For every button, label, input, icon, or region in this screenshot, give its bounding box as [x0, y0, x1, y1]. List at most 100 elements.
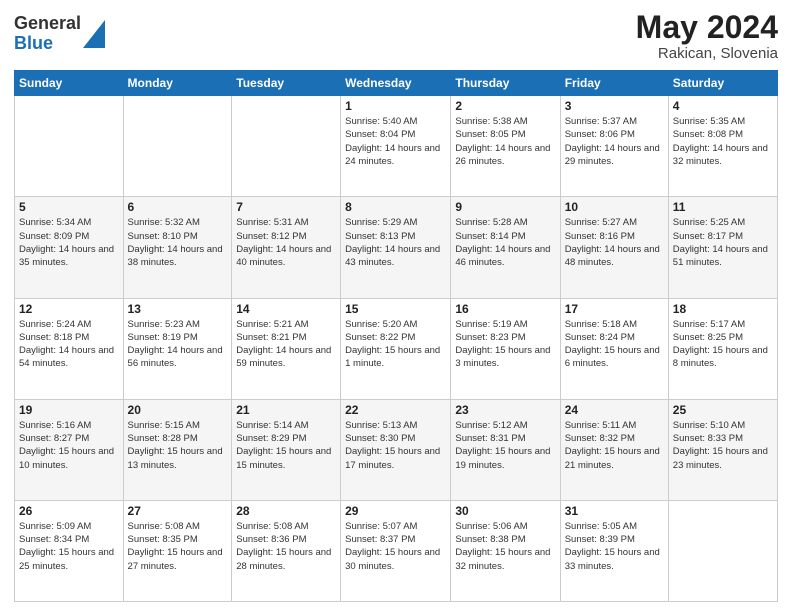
day-number: 24	[565, 403, 664, 417]
day-cell: 24 Sunrise: 5:11 AM Sunset: 8:32 PM Dayli…	[560, 399, 668, 500]
day-cell: 12 Sunrise: 5:24 AM Sunset: 8:18 PM Dayli…	[15, 298, 124, 399]
day-cell: 6 Sunrise: 5:32 AM Sunset: 8:10 PM Daylig…	[123, 197, 232, 298]
weekday-header-wednesday: Wednesday	[341, 71, 451, 96]
calendar-table: SundayMondayTuesdayWednesdayThursdayFrid…	[14, 70, 778, 602]
day-info: Sunrise: 5:07 AM Sunset: 8:37 PM Dayligh…	[345, 520, 446, 573]
day-cell: 28 Sunrise: 5:08 AM Sunset: 8:36 PM Dayli…	[232, 500, 341, 601]
day-number: 4	[673, 99, 773, 113]
day-cell: 13Sunrise: 5:23 AM Sunset: 8:19 PM Dayli…	[123, 298, 232, 399]
day-info: Sunrise: 5:10 AM Sunset: 8:33 PM Dayligh…	[673, 419, 773, 472]
day-info: Sunrise: 5:21 AM Sunset: 8:21 PM Dayligh…	[236, 318, 336, 371]
day-info: Sunrise: 5:16 AM Sunset: 8:27 PM Dayligh…	[19, 419, 119, 472]
week-row-3: 12 Sunrise: 5:24 AM Sunset: 8:18 PM Dayli…	[15, 298, 778, 399]
day-info: Sunrise: 5:15 AM Sunset: 8:28 PM Dayligh…	[128, 419, 228, 472]
day-info: Sunrise: 5:35 AM Sunset: 8:08 PM Dayligh…	[673, 115, 773, 168]
day-number: 31	[565, 504, 664, 518]
day-cell	[15, 96, 124, 197]
day-info: Sunrise: 5:24 AM Sunset: 8:18 PM Dayligh…	[19, 318, 119, 371]
day-number: 7	[236, 200, 336, 214]
day-cell: 5Sunrise: 5:34 AM Sunset: 8:09 PM Daylig…	[15, 197, 124, 298]
day-cell: 29 Sunrise: 5:07 AM Sunset: 8:37 PM Dayli…	[341, 500, 451, 601]
day-info: Sunrise: 5:34 AM Sunset: 8:09 PM Dayligh…	[19, 216, 119, 269]
day-info: Sunrise: 5:17 AM Sunset: 8:25 PM Dayligh…	[673, 318, 773, 371]
day-info: Sunrise: 5:08 AM Sunset: 8:35 PM Dayligh…	[128, 520, 228, 573]
day-cell: 31Sunrise: 5:05 AM Sunset: 8:39 PM Dayli…	[560, 500, 668, 601]
day-number: 26	[19, 504, 119, 518]
weekday-header-friday: Friday	[560, 71, 668, 96]
day-cell: 17 Sunrise: 5:18 AM Sunset: 8:24 PM Dayli…	[560, 298, 668, 399]
day-number: 27	[128, 504, 228, 518]
day-number: 3	[565, 99, 664, 113]
day-cell: 3 Sunrise: 5:37 AM Sunset: 8:06 PM Daylig…	[560, 96, 668, 197]
weekday-header-row: SundayMondayTuesdayWednesdayThursdayFrid…	[15, 71, 778, 96]
day-number: 17	[565, 302, 664, 316]
day-cell: 9 Sunrise: 5:28 AM Sunset: 8:14 PM Daylig…	[451, 197, 560, 298]
day-cell: 2Sunrise: 5:38 AM Sunset: 8:05 PM Daylig…	[451, 96, 560, 197]
day-info: Sunrise: 5:20 AM Sunset: 8:22 PM Dayligh…	[345, 318, 446, 371]
day-number: 12	[19, 302, 119, 316]
day-number: 9	[455, 200, 555, 214]
day-number: 1	[345, 99, 446, 113]
day-info: Sunrise: 5:13 AM Sunset: 8:30 PM Dayligh…	[345, 419, 446, 472]
week-row-5: 26 Sunrise: 5:09 AM Sunset: 8:34 PM Dayli…	[15, 500, 778, 601]
day-info: Sunrise: 5:06 AM Sunset: 8:38 PM Dayligh…	[455, 520, 555, 573]
day-info: Sunrise: 5:29 AM Sunset: 8:13 PM Dayligh…	[345, 216, 446, 269]
day-info: Sunrise: 5:19 AM Sunset: 8:23 PM Dayligh…	[455, 318, 555, 371]
title-block: May 2024 Rakican, Slovenia	[636, 10, 778, 62]
day-info: Sunrise: 5:12 AM Sunset: 8:31 PM Dayligh…	[455, 419, 555, 472]
day-number: 16	[455, 302, 555, 316]
day-number: 11	[673, 200, 773, 214]
day-info: Sunrise: 5:08 AM Sunset: 8:36 PM Dayligh…	[236, 520, 336, 573]
month-year: May 2024	[636, 10, 778, 45]
day-number: 18	[673, 302, 773, 316]
day-number: 14	[236, 302, 336, 316]
day-cell: 27 Sunrise: 5:08 AM Sunset: 8:35 PM Dayli…	[123, 500, 232, 601]
day-cell: 20 Sunrise: 5:15 AM Sunset: 8:28 PM Dayli…	[123, 399, 232, 500]
week-row-1: 1 Sunrise: 5:40 AM Sunset: 8:04 PM Daylig…	[15, 96, 778, 197]
weekday-header-monday: Monday	[123, 71, 232, 96]
day-number: 8	[345, 200, 446, 214]
day-cell: 19 Sunrise: 5:16 AM Sunset: 8:27 PM Dayli…	[15, 399, 124, 500]
day-number: 6	[128, 200, 228, 214]
day-info: Sunrise: 5:11 AM Sunset: 8:32 PM Dayligh…	[565, 419, 664, 472]
day-info: Sunrise: 5:09 AM Sunset: 8:34 PM Dayligh…	[19, 520, 119, 573]
week-row-2: 5Sunrise: 5:34 AM Sunset: 8:09 PM Daylig…	[15, 197, 778, 298]
logo-triangle-icon	[83, 20, 105, 48]
day-number: 25	[673, 403, 773, 417]
weekday-header-sunday: Sunday	[15, 71, 124, 96]
day-cell: 26 Sunrise: 5:09 AM Sunset: 8:34 PM Dayli…	[15, 500, 124, 601]
day-number: 22	[345, 403, 446, 417]
day-number: 20	[128, 403, 228, 417]
day-info: Sunrise: 5:31 AM Sunset: 8:12 PM Dayligh…	[236, 216, 336, 269]
day-cell: 14 Sunrise: 5:21 AM Sunset: 8:21 PM Dayli…	[232, 298, 341, 399]
day-info: Sunrise: 5:38 AM Sunset: 8:05 PM Dayligh…	[455, 115, 555, 168]
day-info: Sunrise: 5:37 AM Sunset: 8:06 PM Dayligh…	[565, 115, 664, 168]
weekday-header-thursday: Thursday	[451, 71, 560, 96]
logo: General Blue	[14, 14, 105, 54]
logo-blue-text: Blue	[14, 33, 53, 53]
week-row-4: 19 Sunrise: 5:16 AM Sunset: 8:27 PM Dayli…	[15, 399, 778, 500]
day-cell: 15 Sunrise: 5:20 AM Sunset: 8:22 PM Dayli…	[341, 298, 451, 399]
day-cell: 4 Sunrise: 5:35 AM Sunset: 8:08 PM Daylig…	[668, 96, 777, 197]
day-number: 19	[19, 403, 119, 417]
day-cell	[123, 96, 232, 197]
weekday-header-saturday: Saturday	[668, 71, 777, 96]
location: Rakican, Slovenia	[636, 45, 778, 62]
day-info: Sunrise: 5:18 AM Sunset: 8:24 PM Dayligh…	[565, 318, 664, 371]
day-number: 21	[236, 403, 336, 417]
header: General Blue May 2024 Rakican, Slovenia	[14, 10, 778, 62]
day-info: Sunrise: 5:23 AM Sunset: 8:19 PM Dayligh…	[128, 318, 228, 371]
day-number: 29	[345, 504, 446, 518]
day-number: 15	[345, 302, 446, 316]
day-info: Sunrise: 5:28 AM Sunset: 8:14 PM Dayligh…	[455, 216, 555, 269]
page: General Blue May 2024 Rakican, Slovenia …	[0, 0, 792, 612]
day-number: 28	[236, 504, 336, 518]
day-number: 10	[565, 200, 664, 214]
logo-general-text: General	[14, 13, 81, 33]
day-cell: 8 Sunrise: 5:29 AM Sunset: 8:13 PM Daylig…	[341, 197, 451, 298]
day-cell: 23Sunrise: 5:12 AM Sunset: 8:31 PM Dayli…	[451, 399, 560, 500]
day-cell: 30Sunrise: 5:06 AM Sunset: 8:38 PM Dayli…	[451, 500, 560, 601]
day-info: Sunrise: 5:32 AM Sunset: 8:10 PM Dayligh…	[128, 216, 228, 269]
day-cell: 22 Sunrise: 5:13 AM Sunset: 8:30 PM Dayli…	[341, 399, 451, 500]
day-info: Sunrise: 5:40 AM Sunset: 8:04 PM Dayligh…	[345, 115, 446, 168]
